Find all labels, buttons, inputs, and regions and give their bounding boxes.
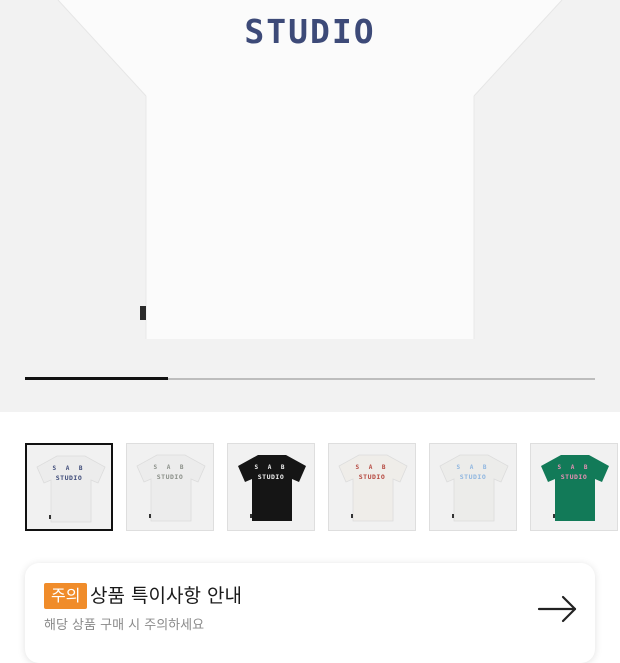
product-hero-image[interactable]: STUDIO — [0, 0, 620, 412]
tshirt-icon — [238, 455, 306, 521]
notice-badge: 주의 — [44, 583, 88, 609]
tshirt-icon — [338, 454, 408, 522]
thumbnail-print-bottom: STUDIO — [358, 473, 386, 481]
thumbnail-print-top: S A B — [456, 464, 490, 471]
tshirt-icon — [541, 455, 609, 521]
thumbnail-print-bottom: STUDIO — [55, 474, 83, 482]
thumbnail-white-red[interactable]: S A B STUDIO — [328, 443, 416, 531]
hero-print-text: STUDIO — [244, 12, 376, 51]
image-progress-bar — [25, 377, 595, 380]
thumbnail-print-top: S A B — [254, 464, 288, 471]
thumbnail-print-top: S A B — [52, 465, 86, 472]
image-progress-fill — [25, 377, 168, 380]
thumbnail-black[interactable]: S A B STUDIO — [227, 443, 315, 531]
thumbnail-print-bottom: STUDIO — [257, 473, 285, 481]
thumbnail-print-bottom: STUDIO — [459, 473, 487, 481]
thumbnail-print-top: S A B — [355, 464, 389, 471]
thumbnail-print-top: S A B — [557, 464, 591, 471]
hero-tshirt-image — [57, 0, 563, 339]
notice-title: 상품 특이사항 안내 — [90, 585, 242, 607]
thumbnail-white-sky[interactable]: S A B STUDIO — [429, 443, 517, 531]
thumbnail-white-grey[interactable]: S A B STUDIO — [126, 443, 214, 531]
thumbnail-strip: S A B STUDIO S A B STUDIO S A B STUDIO S A B ST… — [25, 443, 620, 531]
thumbnail-print-bottom: STUDIO — [156, 473, 184, 481]
thumbnail-print-bottom: STUDIO — [560, 473, 588, 481]
thumbnail-print-top: S A B — [153, 464, 187, 471]
shirt-tag — [140, 306, 146, 320]
notice-subtitle: 해당 상품 구매 시 주의하세요 — [44, 618, 205, 633]
tshirt-icon — [36, 455, 106, 523]
notice-card[interactable]: 주의 상품 특이사항 안내 해당 상품 구매 시 주의하세요 — [25, 563, 595, 663]
thumbnail-green-pink[interactable]: S A B STUDIO — [530, 443, 618, 531]
tshirt-icon — [439, 454, 509, 522]
tshirt-icon — [136, 454, 206, 522]
thumbnail-white-navy[interactable]: S A B STUDIO — [25, 443, 113, 531]
